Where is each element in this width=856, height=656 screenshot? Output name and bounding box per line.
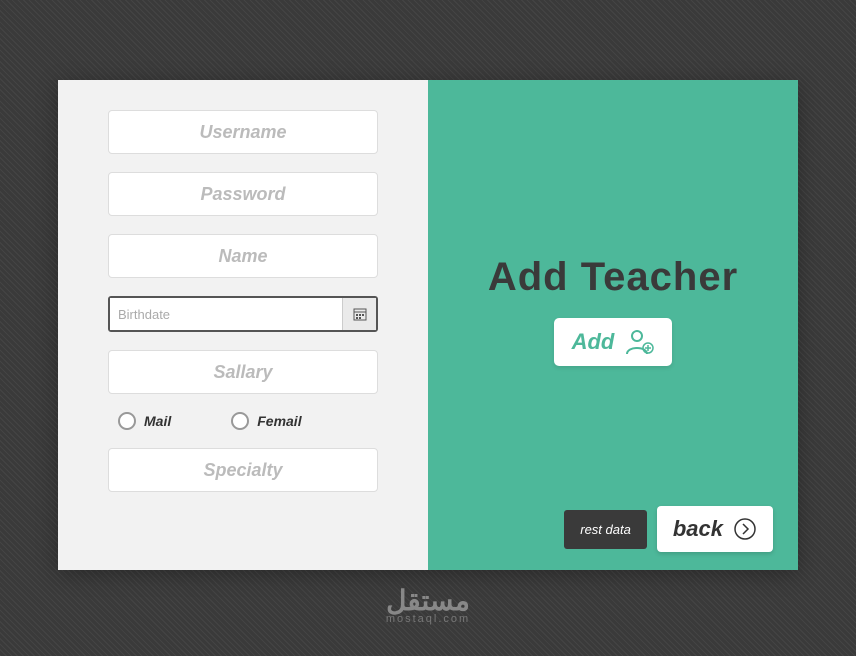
footer-logo: مستقل mostaql.com bbox=[386, 584, 470, 625]
user-plus-icon bbox=[624, 328, 654, 356]
name-input[interactable] bbox=[108, 234, 378, 278]
female-radio[interactable]: Femail bbox=[231, 412, 301, 430]
password-input[interactable] bbox=[108, 172, 378, 216]
male-radio[interactable]: Mail bbox=[118, 412, 171, 430]
add-button[interactable]: Add bbox=[554, 318, 673, 366]
female-label: Femail bbox=[257, 413, 301, 429]
logo-subtitle: mostaql.com bbox=[386, 613, 470, 625]
back-button[interactable]: back bbox=[657, 506, 773, 552]
reset-button[interactable]: rest data bbox=[564, 510, 647, 549]
specialty-input[interactable] bbox=[108, 448, 378, 492]
radio-icon bbox=[231, 412, 249, 430]
male-label: Mail bbox=[144, 413, 171, 429]
chevron-right-icon bbox=[733, 517, 757, 541]
calendar-button[interactable] bbox=[342, 298, 376, 330]
radio-icon bbox=[118, 412, 136, 430]
gender-radio-group: Mail Femail bbox=[108, 412, 378, 430]
main-container: Mail Femail Add Teacher Add rest data ba… bbox=[58, 80, 798, 570]
username-input[interactable] bbox=[108, 110, 378, 154]
back-button-label: back bbox=[673, 516, 723, 542]
bottom-button-group: rest data back bbox=[564, 506, 773, 552]
calendar-icon bbox=[353, 307, 367, 321]
birthdate-input[interactable] bbox=[110, 298, 342, 330]
action-panel: Add Teacher Add rest data back bbox=[428, 80, 798, 570]
birthdate-picker[interactable] bbox=[108, 296, 378, 332]
salary-input[interactable] bbox=[108, 350, 378, 394]
page-title: Add Teacher bbox=[488, 255, 738, 300]
add-button-label: Add bbox=[572, 329, 615, 355]
form-panel: Mail Femail bbox=[58, 80, 428, 570]
